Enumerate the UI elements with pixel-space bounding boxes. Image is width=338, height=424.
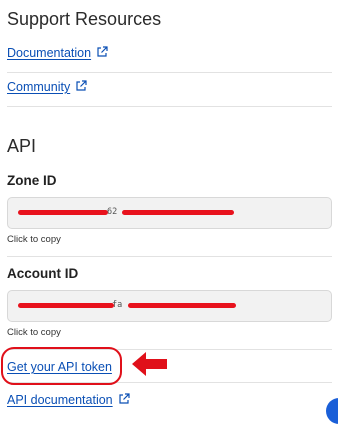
redaction-mark [18, 210, 108, 215]
account-id-copy-hint: Click to copy [7, 327, 61, 338]
annotation-arrow-icon [132, 352, 167, 376]
divider [7, 256, 332, 257]
api-documentation-link[interactable]: API documentation [7, 393, 130, 407]
community-link[interactable]: Community [7, 80, 87, 94]
zone-id-visible-fragment: 62 [107, 207, 118, 217]
documentation-link-label: Documentation [7, 46, 92, 60]
community-link-label: Community [7, 80, 71, 94]
annotation-circle [1, 347, 122, 385]
redaction-mark [128, 303, 236, 308]
redaction-mark [122, 210, 234, 215]
zone-id-copy-hint: Click to copy [7, 234, 61, 245]
external-link-icon [119, 393, 130, 404]
external-link-icon [76, 80, 87, 91]
api-heading: API [7, 136, 37, 156]
account-id-copy-field[interactable]: fa [7, 290, 332, 322]
account-id-visible-fragment: fa [112, 300, 123, 310]
account-id-label: Account ID [7, 266, 79, 281]
support-link-row-documentation: Documentation [7, 38, 332, 73]
chat-bubble-button[interactable] [326, 398, 338, 424]
api-documentation-link-label: API documentation [7, 393, 113, 407]
documentation-link[interactable]: Documentation [7, 46, 108, 60]
support-resources-heading: Support Resources [7, 9, 162, 29]
zone-id-copy-field[interactable]: 62 [7, 197, 332, 229]
redaction-mark [18, 303, 114, 308]
zone-id-label: Zone ID [7, 173, 57, 188]
external-link-icon [97, 46, 108, 57]
support-link-row-community: Community [7, 72, 332, 107]
